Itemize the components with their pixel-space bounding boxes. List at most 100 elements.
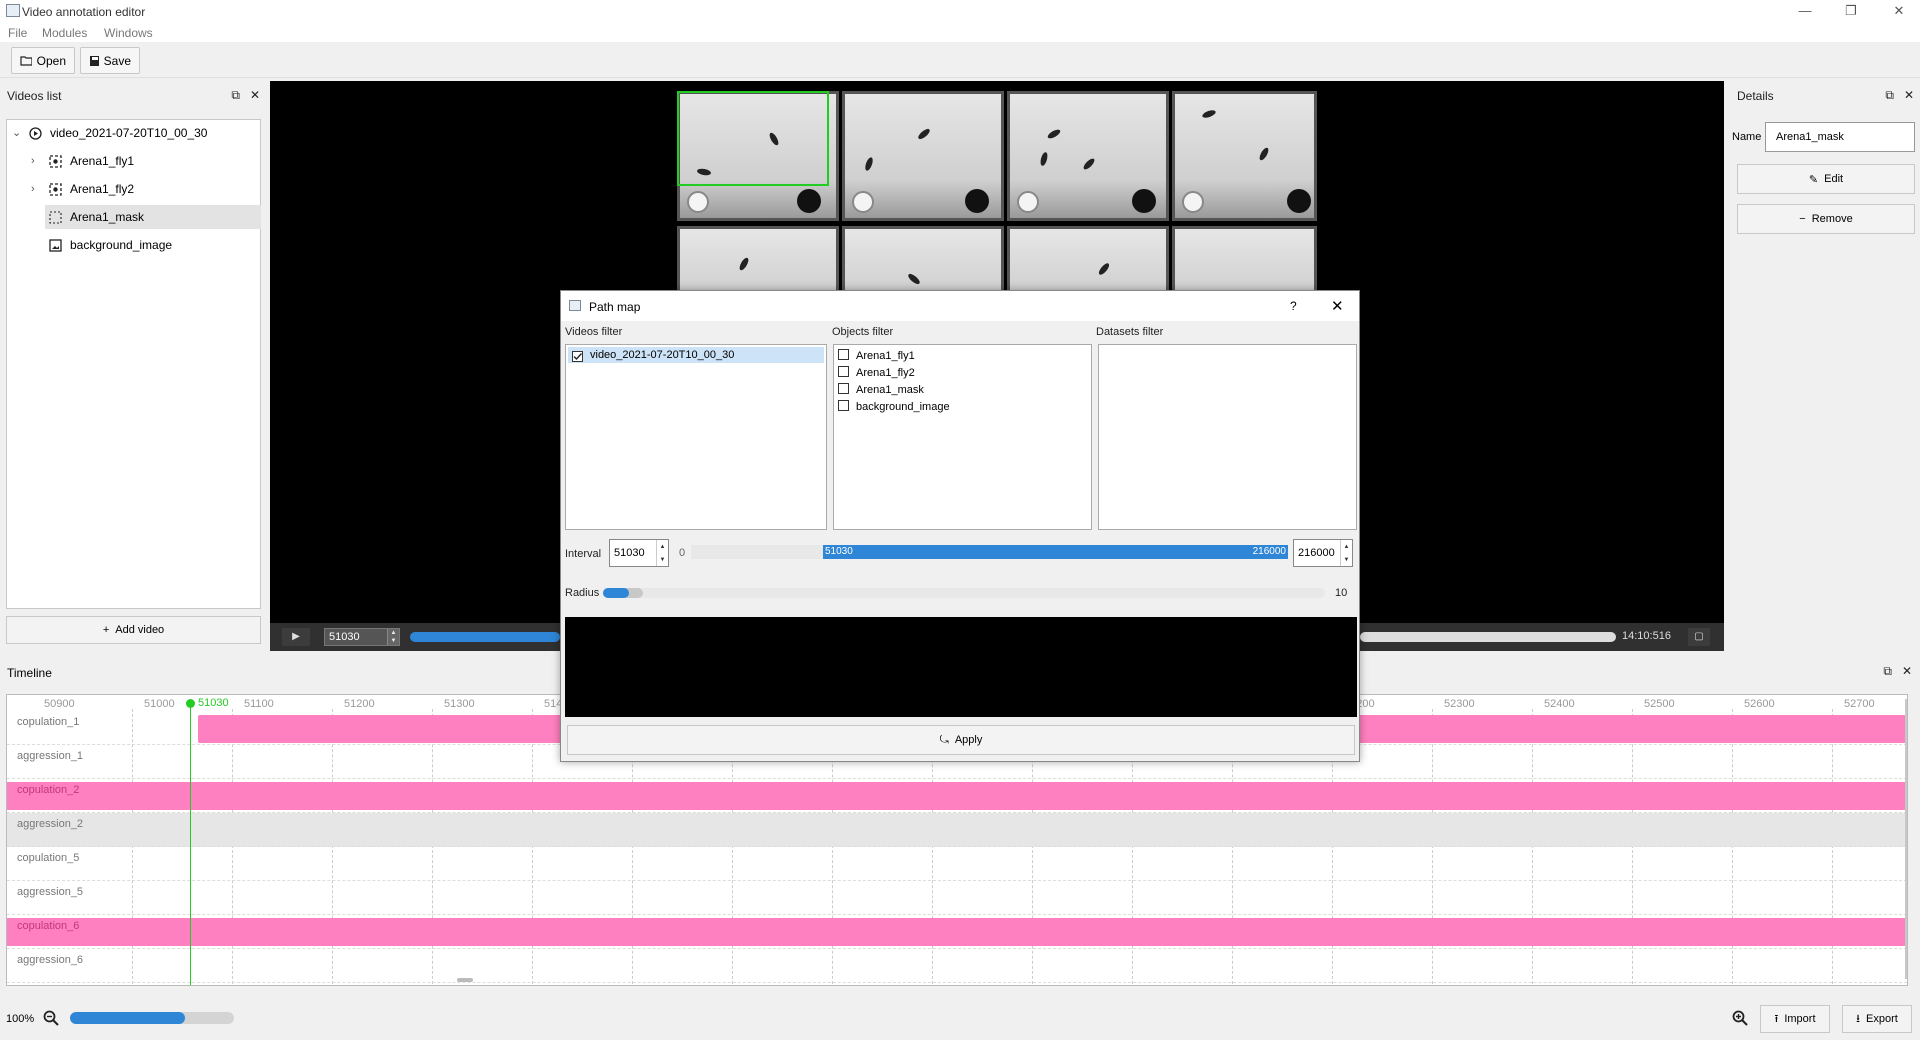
timeline-title: Timeline: [7, 666, 52, 680]
timeline-row[interactable]: copulation_2: [7, 779, 1907, 813]
add-video-button[interactable]: + Add video: [6, 616, 261, 644]
object-filter-item[interactable]: Arena1_mask: [838, 382, 1087, 399]
float-icon[interactable]: ⧉: [1885, 88, 1894, 103]
tree-item-arena1-fly1[interactable]: Arena1_fly1: [49, 149, 134, 173]
timeline-cursor[interactable]: [190, 701, 191, 985]
chevron-right-icon[interactable]: ›: [31, 183, 35, 195]
name-label: Name: [1732, 131, 1762, 143]
timeline-row[interactable]: aggression_2: [7, 813, 1907, 847]
timeline-row[interactable]: copulation_5: [7, 847, 1907, 881]
point-icon: [49, 182, 62, 196]
arena-selection-box[interactable]: [677, 91, 829, 186]
import-button[interactable]: ⭱ Import: [1760, 1005, 1830, 1033]
object-filter-item[interactable]: Arena1_fly2: [838, 365, 1087, 382]
zoom-out-icon[interactable]: [43, 1010, 59, 1026]
row-separator: [7, 982, 1907, 983]
timeline-tick-label: 52500: [1644, 698, 1675, 710]
datasets-filter-list[interactable]: [1098, 344, 1357, 530]
chevron-right-icon[interactable]: ›: [31, 155, 35, 167]
close-panel-icon[interactable]: ✕: [1904, 88, 1914, 103]
timeline-row-label: copulation_1: [17, 716, 80, 728]
remove-button[interactable]: − Remove: [1737, 204, 1915, 234]
chevron-down-icon[interactable]: ⌄: [12, 126, 21, 139]
playback-progress[interactable]: [410, 632, 560, 642]
float-icon[interactable]: ⧉: [1883, 664, 1892, 679]
playback-track[interactable]: [1360, 632, 1616, 642]
videos-list-header: Videos list ⧉ ✕: [0, 84, 266, 108]
interval-range-slider[interactable]: 51030 216000: [823, 545, 1288, 559]
point-icon: [49, 154, 62, 168]
spin-arrows-icon[interactable]: ▲ ▼: [656, 540, 668, 566]
cursor-handle[interactable]: [186, 699, 195, 708]
interval-start-spinbox[interactable]: 51030 ▲ ▼: [609, 539, 669, 567]
zoom-slider[interactable]: [70, 1012, 234, 1024]
minus-icon: −: [1799, 213, 1806, 225]
timeline-tick-label: 50900: [44, 698, 75, 710]
checkbox-icon[interactable]: [838, 383, 849, 394]
objects-filter-label: Objects filter: [832, 326, 894, 338]
tree-item-arena1-mask[interactable]: Arena1_mask: [45, 205, 261, 229]
mask-icon: [49, 210, 62, 224]
add-video-label: Add video: [115, 624, 165, 636]
timeline-hscrollbar[interactable]: [457, 978, 473, 982]
play-button[interactable]: ▶: [282, 628, 310, 646]
edit-button[interactable]: ✎ Edit: [1737, 164, 1915, 194]
export-button[interactable]: ⭳ Export: [1842, 1005, 1912, 1033]
menu-file[interactable]: File: [8, 26, 27, 40]
videos-filter-list[interactable]: video_2021-07-20T10_00_30: [565, 344, 827, 530]
path-map-dialog: Path map ? ✕ Videos filter Objects filte…: [560, 290, 1360, 762]
apply-button[interactable]: ⤿ Apply: [567, 725, 1355, 755]
annotation-bar[interactable]: [7, 918, 1907, 946]
object-filter-item[interactable]: background_image: [838, 399, 1087, 416]
timeline-row[interactable]: aggression_6: [7, 949, 1907, 983]
checkbox-icon[interactable]: [838, 366, 849, 377]
timeline-tick-label: 52400: [1544, 698, 1575, 710]
zoom-in-icon[interactable]: [1732, 1010, 1748, 1026]
objects-filter-list[interactable]: Arena1_fly1 Arena1_fly2 Arena1_mask back…: [833, 344, 1092, 530]
path-map-preview: [565, 617, 1357, 717]
datasets-filter-label: Datasets filter: [1096, 326, 1164, 338]
videos-tree[interactable]: ⌄ video_2021-07-20T10_00_30 › Arena1_fly…: [6, 119, 261, 609]
close-panel-icon[interactable]: ✕: [250, 88, 260, 103]
interval-start-value: 51030: [614, 547, 645, 559]
minimize-button[interactable]: —: [1790, 2, 1820, 20]
dialog-icon: [569, 300, 581, 311]
close-button[interactable]: ✕: [1884, 2, 1914, 20]
timeline-row[interactable]: copulation_6: [7, 915, 1907, 949]
object-filter-item[interactable]: Arena1_fly1: [838, 348, 1087, 365]
fullscreen-icon: ▢: [1694, 631, 1704, 642]
videos-filter-item[interactable]: video_2021-07-20T10_00_30: [568, 347, 824, 363]
float-icon[interactable]: ⧉: [231, 88, 240, 103]
radius-value: 10: [1335, 587, 1348, 599]
range-track-left[interactable]: [691, 545, 824, 559]
tree-item-video[interactable]: video_2021-07-20T10_00_30: [29, 121, 207, 145]
checkbox-icon[interactable]: [838, 400, 849, 411]
frame-value: 51030: [329, 631, 360, 643]
close-panel-icon[interactable]: ✕: [1902, 664, 1912, 679]
radius-label: Radius: [565, 587, 600, 599]
menu-modules[interactable]: Modules: [42, 26, 87, 40]
menu-windows[interactable]: Windows: [104, 26, 153, 40]
name-field[interactable]: [1765, 122, 1915, 152]
remove-label: Remove: [1811, 213, 1853, 225]
help-button[interactable]: ?: [1290, 299, 1297, 313]
annotation-bar[interactable]: [7, 782, 1907, 810]
spin-arrows-icon[interactable]: ▲ ▼: [1340, 540, 1352, 566]
dialog-close-button[interactable]: ✕: [1331, 297, 1344, 315]
time-display: 14:10:516: [1622, 630, 1671, 642]
radius-slider-track[interactable]: [603, 588, 1325, 598]
checkbox-icon[interactable]: [838, 349, 849, 360]
spin-arrows-icon[interactable]: ▲ ▼: [387, 629, 399, 645]
fullscreen-button[interactable]: ▢: [1688, 628, 1710, 646]
restore-button[interactable]: ❐: [1836, 2, 1866, 20]
frame-spinbox[interactable]: 51030 ▲ ▼: [324, 628, 400, 646]
save-button[interactable]: Save: [80, 47, 140, 74]
dialog-title: Path map: [589, 300, 641, 314]
tree-item-arena1-fly2[interactable]: Arena1_fly2: [49, 177, 134, 201]
timeline-row[interactable]: aggression_5: [7, 881, 1907, 915]
checkbox-checked-icon[interactable]: [572, 350, 583, 362]
tree-item-background-image[interactable]: background_image: [49, 233, 172, 257]
interval-end-spinbox[interactable]: 216000 ▲ ▼: [1293, 539, 1353, 567]
timeline-vscrollbar[interactable]: [1905, 699, 1907, 979]
open-button[interactable]: Open: [11, 47, 75, 74]
